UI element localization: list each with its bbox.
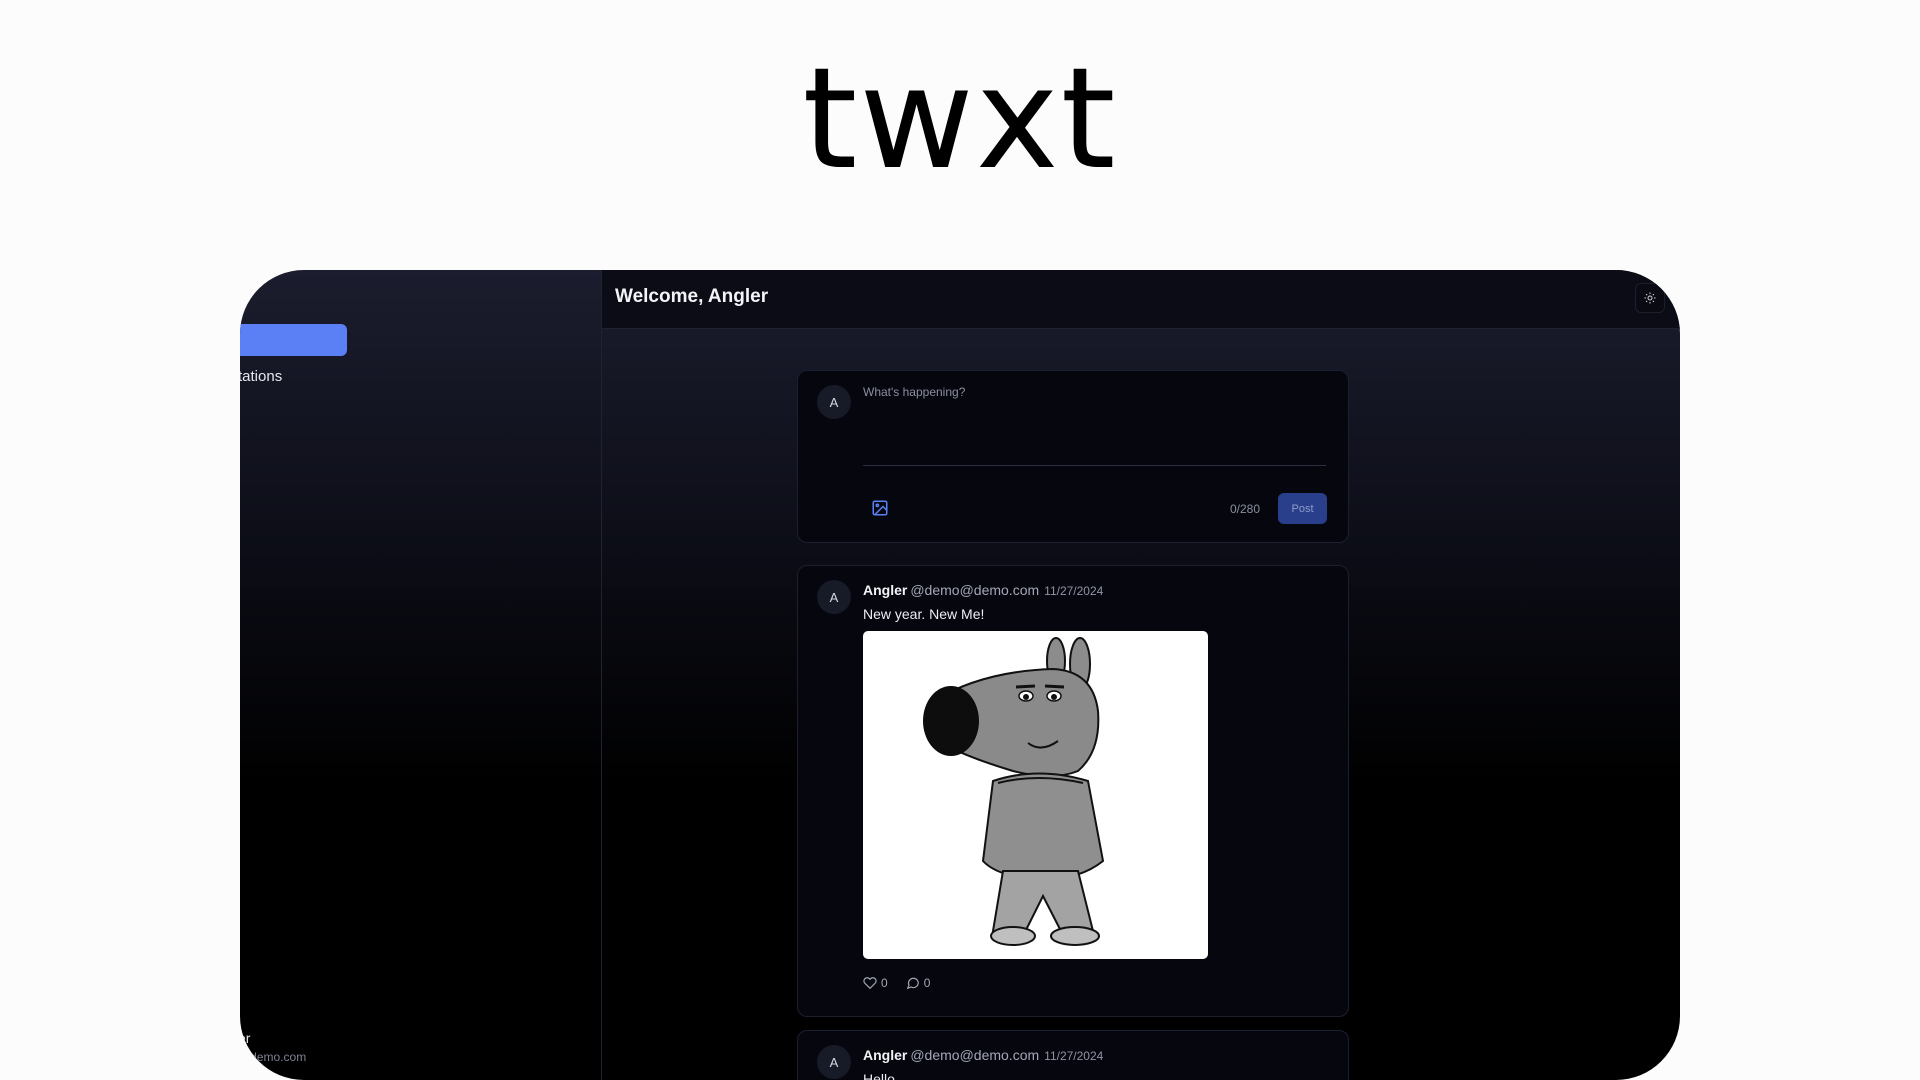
- like-count: 0: [881, 976, 888, 990]
- post-date: 11/27/2024: [1044, 584, 1104, 598]
- post-author[interactable]: Angler: [863, 582, 907, 598]
- char-count: 0/280: [1230, 502, 1261, 516]
- header: Welcome, Angler: [602, 270, 1680, 329]
- post-handle: @demo@demo.com: [910, 582, 1040, 598]
- page-title: Welcome, Angler: [615, 286, 769, 307]
- app-window: tations er @demo.com Welcome, Angler A W…: [240, 270, 1680, 1080]
- sidebar-item-active[interactable]: [240, 324, 347, 356]
- comment-icon: [906, 977, 919, 990]
- post-card: A Angler @demo@demo.com 11/27/2024 Hello: [797, 1030, 1349, 1080]
- heart-icon: [863, 977, 877, 990]
- avatar[interactable]: A: [817, 1045, 851, 1079]
- comment-button[interactable]: 0: [906, 976, 931, 990]
- like-button[interactable]: 0: [863, 976, 888, 990]
- brand-title: twxt: [802, 38, 1118, 201]
- post-text: Hello: [863, 1071, 895, 1080]
- sun-icon: [1644, 292, 1656, 304]
- dog-illustration: [923, 637, 1105, 946]
- post-text: New year. New Me!: [863, 606, 985, 622]
- post-button[interactable]: Post: [1278, 493, 1327, 524]
- sidebar: tations er @demo.com: [240, 270, 602, 1080]
- theme-toggle-button[interactable]: [1635, 283, 1665, 313]
- composer-card: A What's happening? 0/280 Post: [797, 370, 1349, 543]
- image-icon[interactable]: [871, 499, 889, 517]
- post-image[interactable]: [863, 631, 1208, 959]
- post-date: 11/27/2024: [1044, 1049, 1104, 1063]
- post-author[interactable]: Angler: [863, 1047, 907, 1063]
- post-header: Angler @demo@demo.com 11/27/2024: [863, 1047, 1103, 1065]
- sidebar-user-email: @demo.com: [240, 1050, 307, 1064]
- post-handle: @demo@demo.com: [910, 1047, 1040, 1063]
- sidebar-user-name[interactable]: er: [240, 1030, 250, 1046]
- post-card: A Angler @demo@demo.com 11/27/2024 New yea…: [797, 565, 1349, 1017]
- avatar[interactable]: A: [817, 580, 851, 614]
- compose-input[interactable]: What's happening?: [863, 385, 1326, 466]
- post-header: Angler @demo@demo.com 11/27/2024: [863, 582, 1103, 600]
- avatar: A: [817, 385, 851, 419]
- sidebar-item-notifications[interactable]: tations: [240, 368, 282, 385]
- post-actions: 0 0: [863, 976, 930, 990]
- comment-count: 0: [923, 976, 931, 990]
